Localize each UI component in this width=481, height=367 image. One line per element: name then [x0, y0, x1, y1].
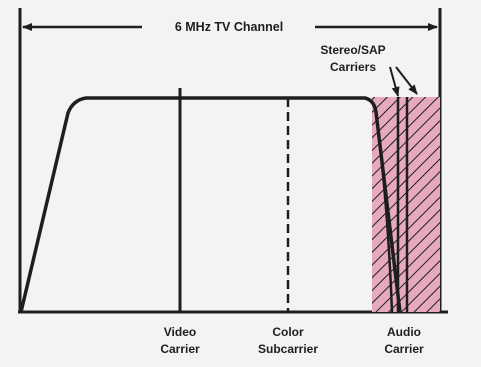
color-subcarrier-label-line2: Subcarrier: [258, 342, 318, 356]
channel-width-label: 6 MHz TV Channel: [175, 20, 283, 34]
stereo-sap-label: Stereo/SAP: [320, 43, 385, 57]
color-subcarrier-label: Color: [272, 325, 304, 339]
diagram-canvas: 6 MHz TV Channel Stereo/SAP Carriers Vid…: [18, 8, 448, 356]
tv-channel-spectrum-diagram: 6 MHz TV Channel Stereo/SAP Carriers Vid…: [0, 0, 481, 362]
stereo-pointer-2: [395, 66, 418, 95]
video-spectrum-envelope: [19, 96, 402, 313]
stereo-sap-label-line2: Carriers: [330, 60, 376, 74]
stereo-pointer-1: [389, 66, 400, 97]
video-carrier-label-line2: Carrier: [160, 342, 200, 356]
audio-carrier-label: Audio: [387, 325, 421, 339]
audio-carrier-label-line2: Carrier: [384, 342, 424, 356]
video-carrier-label: Video: [164, 325, 196, 339]
